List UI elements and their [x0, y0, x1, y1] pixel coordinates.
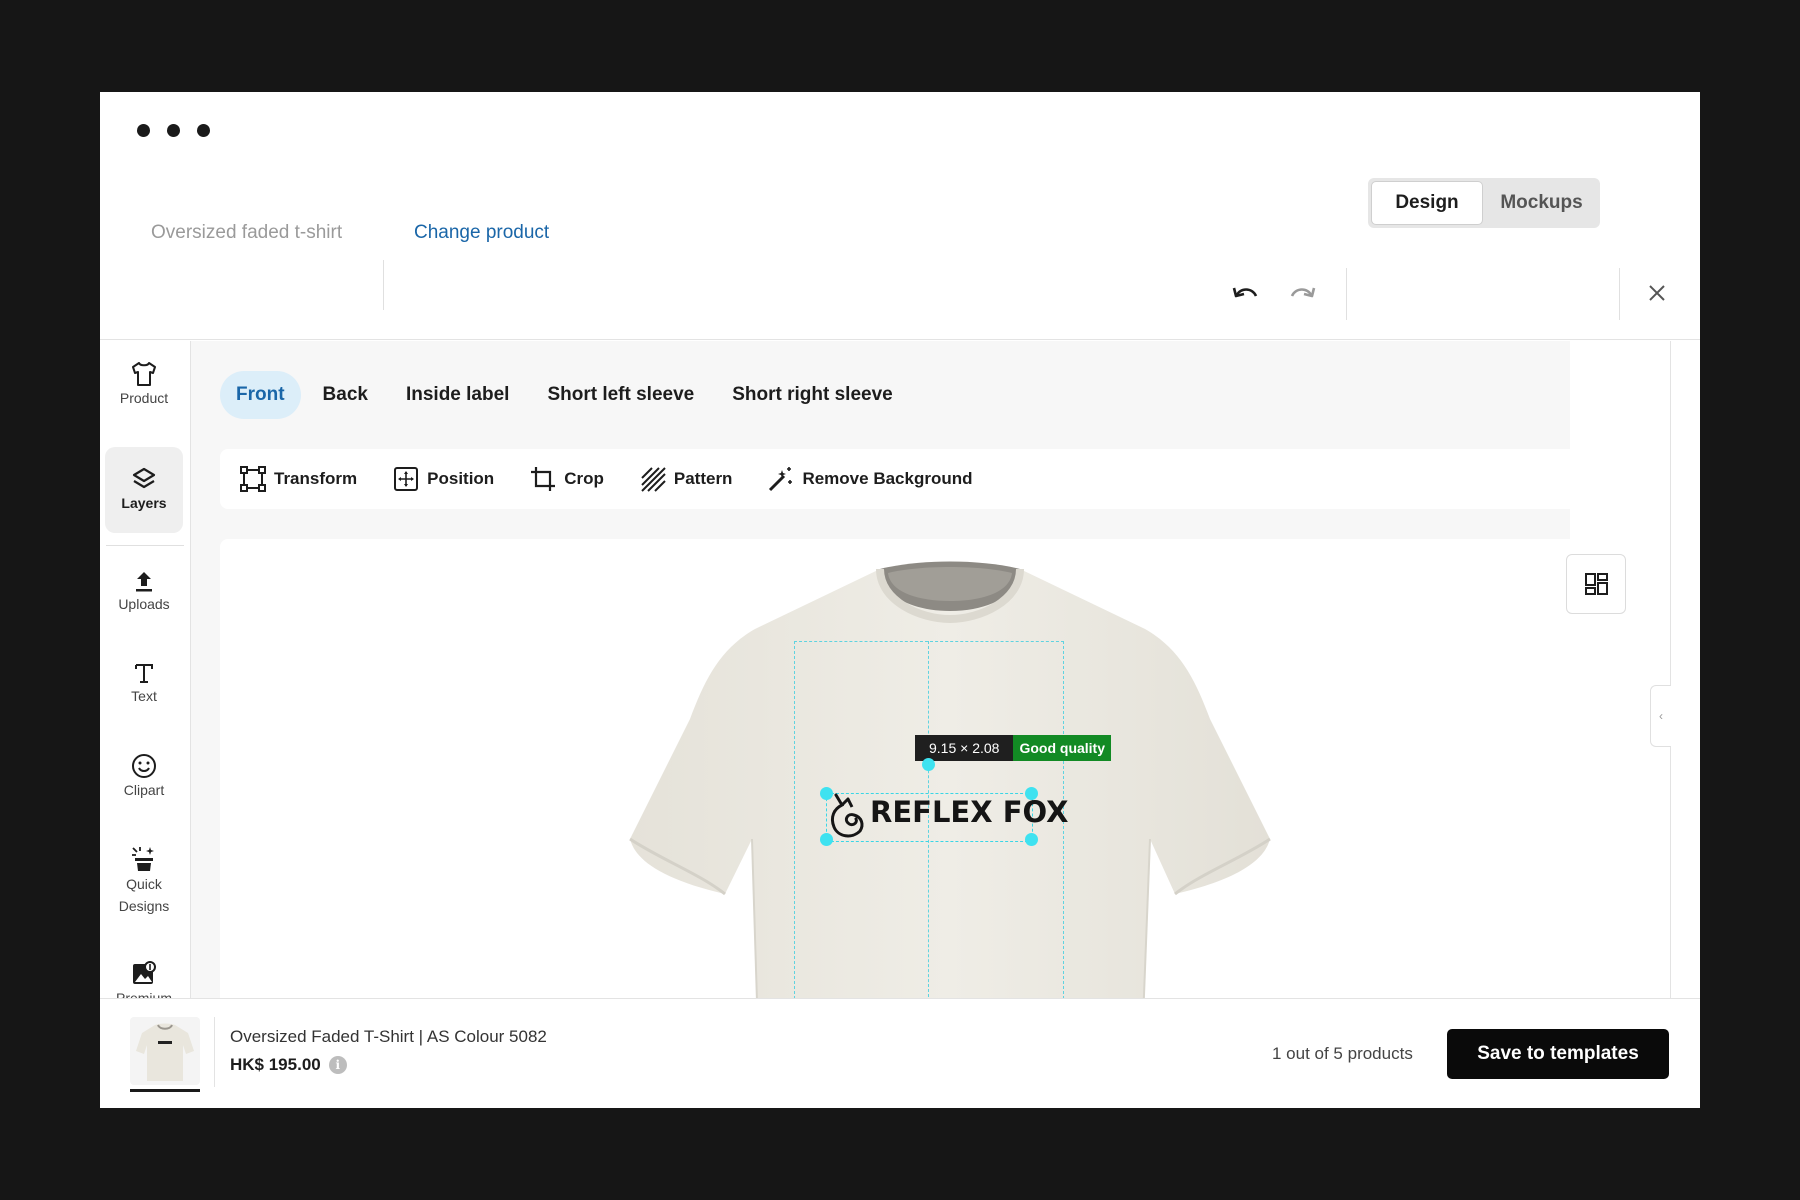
sidebar-item-label: Quick Designs — [118, 876, 170, 914]
remove-background-label: Remove Background — [802, 469, 973, 488]
product-price-row: HK$ 195.00 i — [230, 1055, 347, 1075]
pattern-button[interactable]: Pattern — [640, 466, 733, 492]
magic-icon — [132, 847, 154, 871]
smiley-icon — [132, 754, 156, 778]
product-count: 1 out of 5 products — [1272, 1044, 1413, 1063]
change-product-link[interactable]: Change product — [414, 222, 549, 244]
save-to-templates-button[interactable]: Save to templates — [1447, 1029, 1669, 1079]
design-dimensions: 9.15 × 2.08 — [915, 735, 1014, 761]
sidebar-item-label: Clipart — [123, 782, 165, 798]
pattern-label: Pattern — [673, 469, 733, 488]
product-description: Oversized Faded T-Shirt | AS Colour 5082 — [230, 1027, 547, 1046]
header-divider — [383, 260, 384, 310]
sidebar-item-text[interactable]: Text — [105, 661, 183, 721]
design-toggle-button[interactable]: Design — [1371, 181, 1483, 225]
transform-icon — [240, 466, 266, 492]
tab-front[interactable]: Front — [220, 371, 301, 419]
header-divider — [1346, 268, 1347, 320]
tshirt-icon — [132, 362, 156, 386]
close-icon — [1649, 285, 1665, 301]
tab-short-left-sleeve[interactable]: Short left sleeve — [531, 371, 710, 419]
position-icon — [394, 467, 419, 491]
header-rule — [100, 339, 1700, 340]
redo-button[interactable] — [1284, 274, 1320, 314]
edit-toolbar: Transform Position Crop Pattern Remove B… — [220, 449, 1640, 509]
sidebar-item-uploads[interactable]: Uploads — [105, 569, 183, 629]
sidebar-item-clipart[interactable]: Clipart — [105, 753, 183, 813]
tab-inside-label[interactable]: Inside label — [390, 371, 525, 419]
upload-icon — [136, 572, 152, 592]
position-button[interactable]: Position — [393, 466, 494, 492]
crop-icon — [531, 467, 556, 491]
sidebar-item-label: Layers — [121, 495, 167, 511]
sidebar-divider — [106, 545, 184, 546]
logo-text: REFLEX FOX — [870, 795, 1069, 829]
pattern-icon — [641, 467, 666, 492]
crop-label: Crop — [564, 469, 604, 488]
product-thumbnail[interactable] — [130, 1017, 200, 1085]
position-label: Position — [427, 469, 495, 488]
layers-icon — [132, 467, 156, 489]
premium-image-icon — [133, 961, 156, 984]
view-toggle: Design Mockups — [1368, 178, 1600, 228]
window-controls — [137, 124, 210, 137]
remove-background-button[interactable]: Remove Background — [768, 466, 973, 492]
collapse-panel-button[interactable]: ‹ — [1650, 685, 1671, 747]
sidebar-item-product[interactable]: Product — [105, 361, 183, 421]
window-dot[interactable] — [167, 124, 180, 137]
transform-label: Transform — [274, 469, 358, 488]
fox-logo-icon — [830, 793, 864, 838]
info-icon[interactable]: i — [328, 1056, 347, 1074]
sidebar-item-quick-designs[interactable]: Quick Designs — [105, 845, 183, 927]
window-dot[interactable] — [197, 124, 210, 137]
mockups-toggle-button[interactable]: Mockups — [1486, 181, 1597, 225]
crop-button[interactable]: Crop — [530, 466, 604, 492]
sidebar-item-label: Product — [119, 390, 169, 406]
product-price: HK$ 195.00 — [230, 1055, 321, 1074]
tab-short-right-sleeve[interactable]: Short right sleeve — [716, 371, 909, 419]
undo-button[interactable] — [1228, 274, 1264, 314]
sidebar-item-layers[interactable]: Layers — [105, 447, 183, 533]
header-divider — [1619, 268, 1620, 320]
sidebar-item-label: Text — [131, 688, 157, 704]
editor-window: Oversized faded t-shirt Change product D… — [100, 92, 1700, 1108]
footer-divider — [214, 1017, 215, 1087]
tab-back[interactable]: Back — [307, 371, 384, 419]
close-button[interactable] — [1640, 276, 1674, 310]
rotate-handle[interactable] — [922, 758, 935, 771]
quality-badge: 9.15 × 2.08 Good quality — [915, 735, 1112, 761]
undo-icon — [1232, 287, 1258, 298]
chevron-left-icon: ‹ — [1659, 709, 1663, 723]
tool-sidebar: Product Layers Uploads Text Clipart Quic… — [100, 341, 191, 1089]
tshirt-thumbnail-icon — [136, 1023, 194, 1081]
text-icon — [135, 664, 153, 683]
magic-wand-icon — [769, 467, 793, 492]
transform-button[interactable]: Transform — [240, 466, 357, 492]
placement-tabs: Front Back Inside label Short left sleev… — [220, 371, 915, 419]
quality-status: Good quality — [1013, 735, 1112, 761]
product-name: Oversized faded t-shirt — [151, 222, 343, 243]
redo-icon — [1290, 287, 1316, 298]
editor-main: Front Back Inside label Short left sleev… — [191, 341, 1640, 1099]
window-dot[interactable] — [137, 124, 150, 137]
resize-handle-bottom-right[interactable] — [1025, 833, 1038, 846]
sidebar-item-label: Uploads — [118, 596, 170, 612]
footer-bar: Oversized Faded T-Shirt | AS Colour 5082… — [100, 998, 1700, 1108]
thumbnail-selected-indicator — [130, 1089, 200, 1092]
